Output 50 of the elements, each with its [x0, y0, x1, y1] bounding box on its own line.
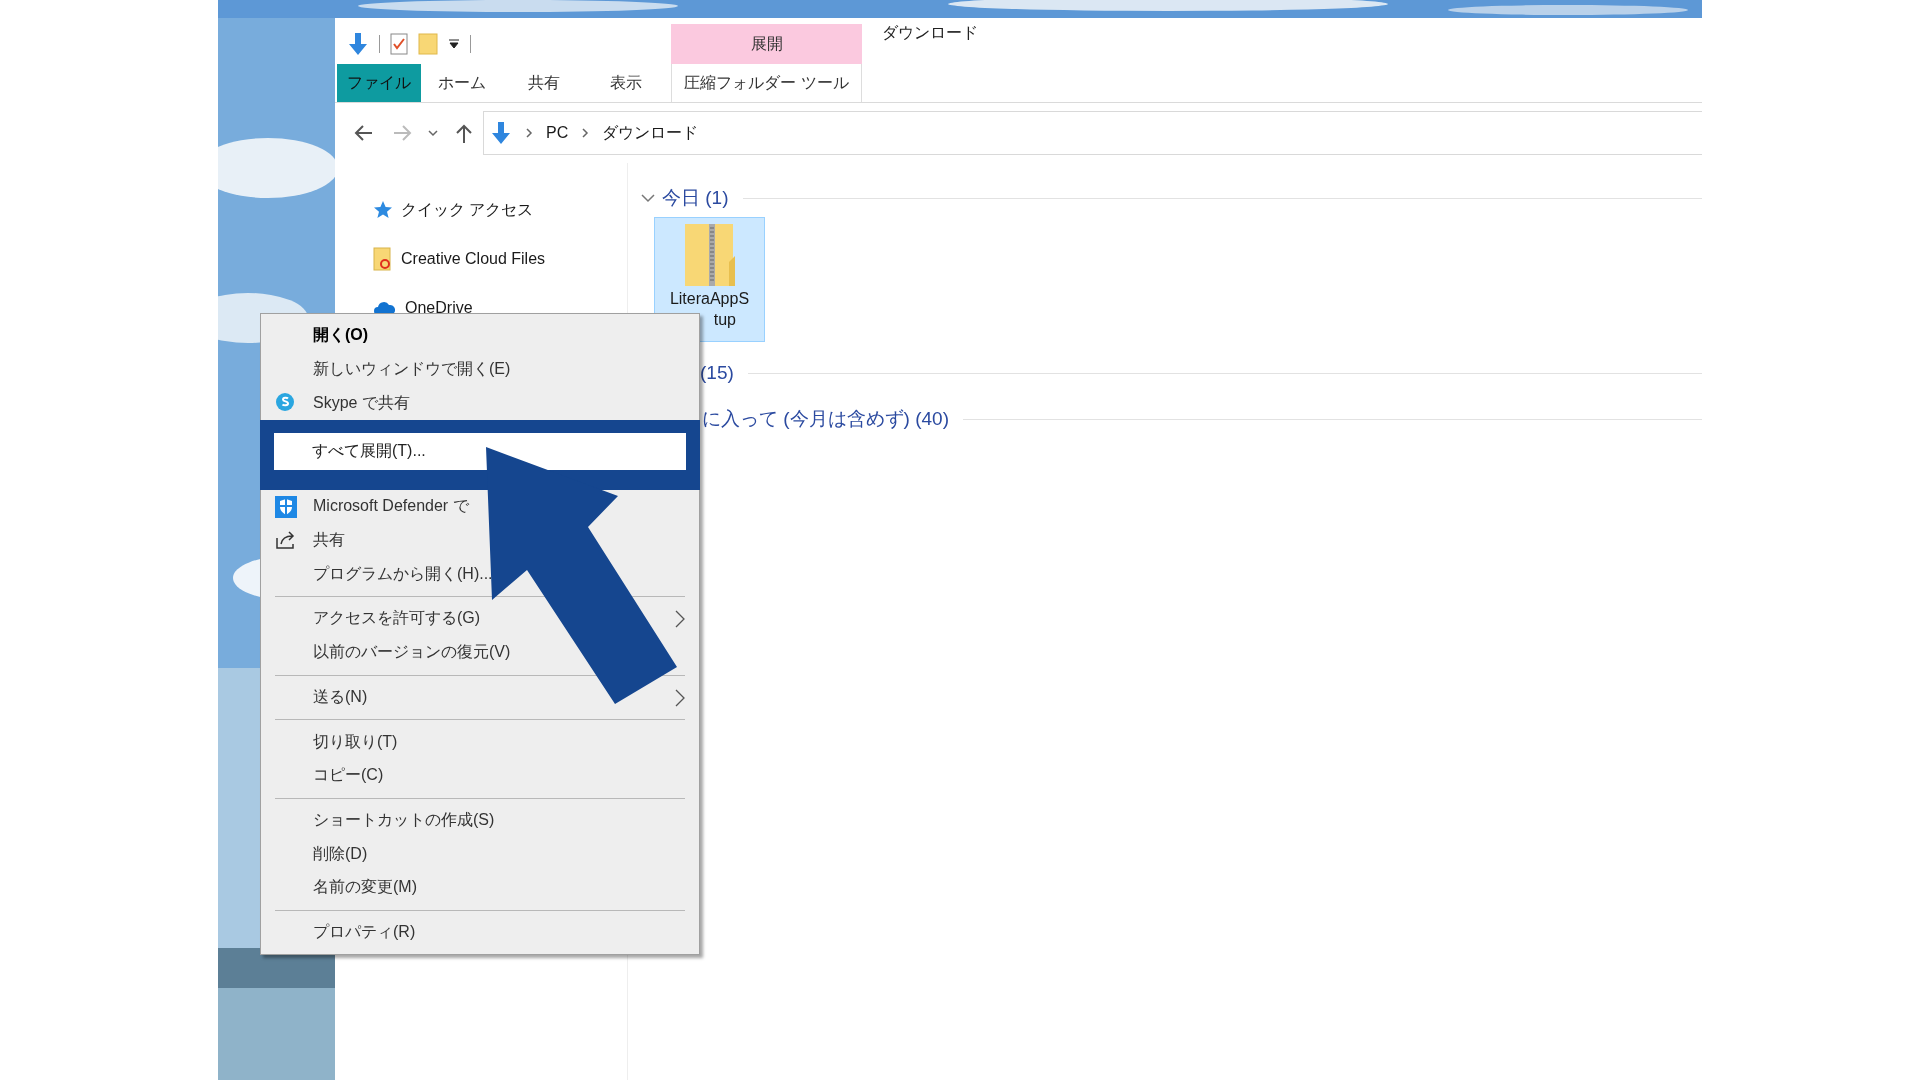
ribbon-tab[interactable]: 共有: [503, 64, 585, 102]
file-name: LiteraAppS: [669, 289, 750, 309]
file-tile[interactable]: LiteraAppS tup: [654, 217, 765, 342]
chevron-right-icon: [675, 688, 685, 707]
menu-item[interactable]: Microsoft Defender で: [313, 496, 469, 518]
download-arrow-icon[interactable]: [347, 32, 369, 56]
nav-item[interactable]: クイック アクセス: [401, 199, 534, 221]
menu-item[interactable]: 以前のバージョンの復元(V): [313, 642, 511, 664]
menu-item[interactable]: 開く(O): [313, 325, 369, 347]
menu-item[interactable]: 切り取り(T): [313, 731, 398, 753]
group-header[interactable]: (15): [700, 362, 734, 384]
nav-item[interactable]: Creative Cloud Files: [401, 250, 546, 268]
ribbon-tab[interactable]: 圧縮フォルダー ツール: [671, 64, 862, 102]
chevron-right-icon: [580, 127, 591, 139]
window-title: ダウンロード: [881, 22, 978, 43]
menu-item[interactable]: アクセスを許可する(G): [313, 608, 481, 630]
ribbon-tab[interactable]: ホーム: [421, 64, 503, 102]
ribbon-tab[interactable]: ファイル: [337, 64, 421, 102]
share-icon: [275, 529, 297, 550]
breadcrumb[interactable]: PC: [546, 124, 569, 142]
chevron-right-icon: [524, 127, 534, 139]
menu-item[interactable]: 新しいウィンドウで開く(E): [313, 359, 511, 381]
checklist-icon[interactable]: [390, 33, 408, 55]
ribbon-tab[interactable]: 表示: [585, 64, 667, 102]
menu-item[interactable]: 名前の変更(M): [313, 877, 417, 899]
chevron-down-icon[interactable]: [640, 192, 656, 204]
dropdown-icon[interactable]: [448, 38, 460, 50]
menu-item[interactable]: すべて展開(T)...: [312, 441, 426, 463]
shield-icon: [275, 496, 297, 519]
group-header[interactable]: に入って (今月は含めず) (40): [702, 406, 949, 432]
menu-item[interactable]: 削除(D): [313, 843, 368, 865]
menu-item[interactable]: コピー(C): [313, 765, 384, 787]
menu-item[interactable]: プログラムから開く(H)...: [313, 563, 493, 585]
zip-folder-icon: [682, 222, 737, 288]
download-arrow-icon: [490, 121, 512, 145]
menu-item[interactable]: 共有: [313, 530, 345, 552]
folder-icon: [373, 247, 393, 271]
breadcrumb[interactable]: ダウンロード: [602, 122, 699, 144]
menu-item[interactable]: 送る(N): [313, 686, 368, 708]
skype-icon: [275, 392, 295, 413]
star-icon: [373, 200, 393, 220]
context-tab-header: 展開: [671, 24, 862, 64]
menu-item[interactable]: プロパティ(R): [313, 921, 416, 943]
group-header[interactable]: 今日 (1): [662, 185, 729, 211]
file-name: tup: [713, 310, 736, 330]
menu-item[interactable]: ショートカットの作成(S): [313, 809, 495, 831]
address-bar[interactable]: PC ダウンロード: [483, 111, 1702, 155]
menu-item[interactable]: Skype で共有: [313, 392, 410, 414]
chevron-right-icon: [675, 610, 685, 629]
nav-item[interactable]: OneDrive: [405, 299, 473, 317]
